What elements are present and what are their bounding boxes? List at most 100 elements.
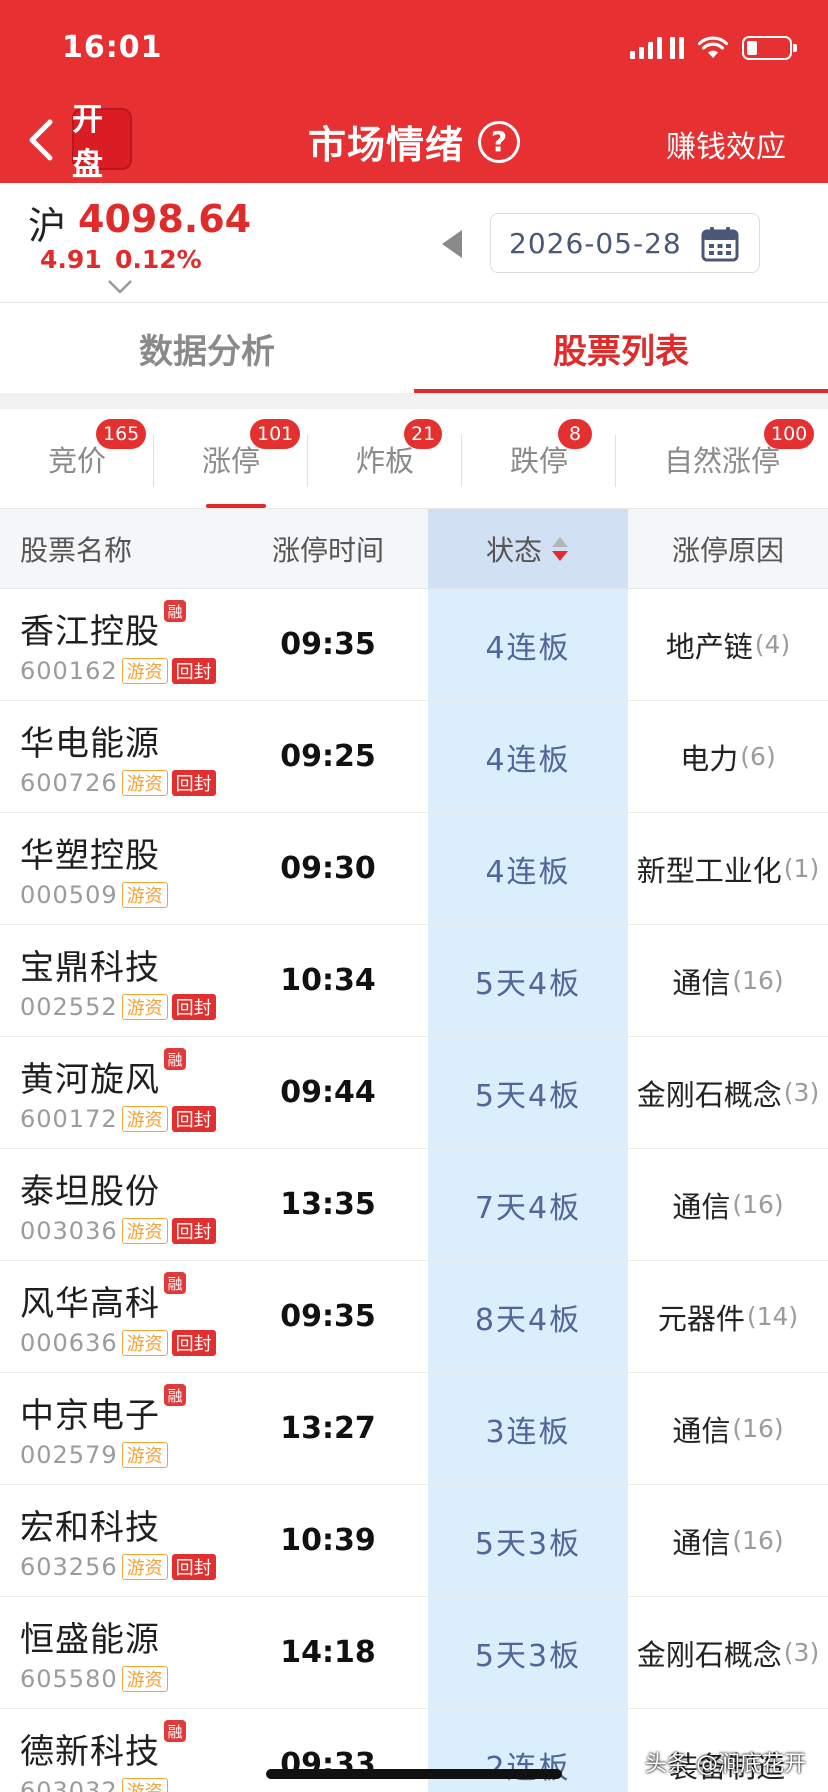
table-row[interactable]: 华电能源 600726 游资 回封 09:25 4连板 电力 (6) bbox=[0, 701, 828, 813]
status-time: 16:01 bbox=[62, 30, 163, 65]
stock-code: 605580 bbox=[20, 1665, 118, 1693]
stock-name-cell[interactable]: 黄河旋风融 600172 游资 回封 bbox=[0, 1037, 228, 1148]
subtab-label: 自然涨停 bbox=[663, 443, 780, 478]
reason-text: 通信 bbox=[672, 1413, 731, 1448]
subtab-limit-down[interactable]: 跌停 8 bbox=[462, 409, 616, 508]
board-state: 4连板 bbox=[428, 813, 628, 924]
stock-name-cell[interactable]: 恒盛能源 605580 游资 bbox=[0, 1597, 228, 1708]
margin-tag: 融 bbox=[164, 600, 186, 622]
hot-money-tag: 游资 bbox=[121, 658, 168, 684]
stock-name-cell[interactable]: 宝鼎科技 002552 游资 回封 bbox=[0, 925, 228, 1036]
reseal-tag: 回封 bbox=[171, 658, 216, 684]
section-divider bbox=[0, 393, 828, 409]
battery-icon bbox=[742, 36, 797, 60]
table-row[interactable]: 恒盛能源 605580 游资 14:18 5天3板 金刚石概念 (3) bbox=[0, 1597, 828, 1709]
home-indicator[interactable] bbox=[266, 1769, 562, 1779]
subtab-natural-limit-up[interactable]: 自然涨停 100 bbox=[616, 409, 828, 508]
stock-name: 德新科技 bbox=[20, 1732, 160, 1772]
reason-count: (4) bbox=[754, 630, 791, 659]
stock-name-cell[interactable]: 宏和科技 603256 游资 回封 bbox=[0, 1485, 228, 1596]
header-state-label: 状态 bbox=[485, 533, 542, 567]
limit-reason: 元器件 (14) bbox=[628, 1261, 828, 1372]
board-state: 4连板 bbox=[428, 589, 628, 700]
header-limit-time[interactable]: 涨停时间 bbox=[228, 509, 428, 588]
table-row[interactable]: 泰坦股份 003036 游资 回封 13:35 7天4板 通信 (16) bbox=[0, 1149, 828, 1261]
sort-icon[interactable] bbox=[550, 535, 570, 563]
margin-tag: 融 bbox=[164, 1272, 186, 1294]
table-row[interactable]: 风华高科融 000636 游资 回封 09:35 8天4板 元器件 (14) bbox=[0, 1261, 828, 1373]
hot-money-tag: 游资 bbox=[121, 770, 168, 796]
reason-count: (1) bbox=[783, 854, 820, 883]
board-state: 8天4板 bbox=[428, 1261, 628, 1372]
cellular-signal-icon bbox=[630, 37, 684, 59]
reseal-tag: 回封 bbox=[171, 994, 216, 1020]
header-stock-name: 股票名称 bbox=[20, 533, 133, 567]
stock-name-cell[interactable]: 香江控股融 600162 游资 回封 bbox=[0, 589, 228, 700]
stock-name: 黄河旋风 bbox=[20, 1060, 160, 1100]
subtab-auction[interactable]: 竞价 165 bbox=[0, 409, 154, 508]
board-state: 5天3板 bbox=[428, 1485, 628, 1596]
previous-date-button[interactable] bbox=[442, 230, 462, 258]
help-icon[interactable]: ? bbox=[478, 120, 520, 163]
reason-text: 金刚石概念 bbox=[636, 1077, 782, 1112]
subtab-label: 跌停 bbox=[509, 443, 568, 478]
stock-code: 003036 bbox=[20, 1217, 118, 1245]
subtab-label: 炸板 bbox=[355, 443, 414, 478]
hot-money-tag: 游资 bbox=[121, 1554, 168, 1580]
stock-code: 603256 bbox=[20, 1553, 118, 1581]
reason-count: (14) bbox=[746, 1302, 799, 1331]
stock-name-cell[interactable]: 德新科技融 603032游资 bbox=[0, 1709, 228, 1792]
board-state: 5天4板 bbox=[428, 925, 628, 1036]
app-header: 16:01 开盘 市场情绪 ? 赚钱效应 bbox=[0, 0, 828, 183]
chevron-down-icon[interactable] bbox=[107, 279, 133, 295]
date-picker[interactable]: 2026-05-28 bbox=[490, 213, 760, 273]
sub-tabs: 竞价 165 涨停 101 炸板 21 跌停 8 自然涨停 100 bbox=[0, 409, 828, 509]
table-row[interactable]: 宝鼎科技 002552 游资 回封 10:34 5天4板 通信 (16) bbox=[0, 925, 828, 1037]
stock-name-line: 黄河旋风融 bbox=[20, 1048, 186, 1101]
reason-text: 通信 bbox=[672, 965, 731, 1000]
hot-money-tag: 游资 bbox=[121, 1106, 168, 1132]
subtab-broken-board[interactable]: 炸板 21 bbox=[308, 409, 462, 508]
stock-name-cell[interactable]: 中京电子融 002579 游资 bbox=[0, 1373, 228, 1484]
count-badge: 100 bbox=[764, 419, 815, 449]
table-row[interactable]: 华塑控股 000509 游资 09:30 4连板 新型工业化 (1) bbox=[0, 813, 828, 925]
reason-count: (3) bbox=[783, 1638, 820, 1667]
table-header: 股票名称 涨停时间 状态 涨停原因 bbox=[0, 509, 828, 589]
reason-text: 元器件 bbox=[657, 1301, 745, 1336]
hot-money-tag: 游资 bbox=[121, 1330, 168, 1356]
limit-time: 09:25 bbox=[280, 739, 376, 774]
stock-name: 中京电子 bbox=[20, 1396, 160, 1436]
stock-name-cell[interactable]: 华塑控股 000509 游资 bbox=[0, 813, 228, 924]
tab-stock-list[interactable]: 股票列表 bbox=[414, 303, 828, 393]
tab-data-analysis[interactable]: 数据分析 bbox=[0, 303, 414, 393]
stock-name-line: 泰坦股份 bbox=[20, 1164, 160, 1213]
stock-code: 600162 bbox=[20, 657, 118, 685]
money-effect-link[interactable]: 赚钱效应 bbox=[666, 122, 786, 166]
table-row[interactable]: 黄河旋风融 600172 游资 回封 09:44 5天4板 金刚石概念 (3) bbox=[0, 1037, 828, 1149]
stock-name-cell[interactable]: 华电能源 600726 游资 回封 bbox=[0, 701, 228, 812]
stock-name: 宏和科技 bbox=[20, 1508, 160, 1548]
stock-name-cell[interactable]: 风华高科融 000636 游资 回封 bbox=[0, 1261, 228, 1372]
limit-time: 13:27 bbox=[280, 1411, 376, 1446]
header-state[interactable]: 状态 bbox=[428, 509, 628, 588]
header-reason: 涨停原因 bbox=[671, 533, 784, 567]
stock-name-cell[interactable]: 泰坦股份 003036 游资 回封 bbox=[0, 1149, 228, 1260]
index-value[interactable]: 4098.64 bbox=[78, 197, 251, 241]
index-bar: 沪 4098.64 4.91 0.12% 2026-05-28 bbox=[0, 183, 828, 303]
limit-time: 09:30 bbox=[280, 851, 376, 886]
stock-code: 002552 bbox=[20, 993, 118, 1021]
index-name[interactable]: 沪 bbox=[28, 195, 66, 250]
hot-money-tag: 游资 bbox=[121, 1218, 168, 1244]
calendar-icon[interactable] bbox=[701, 226, 739, 262]
limit-reason: 新型工业化 (1) bbox=[628, 813, 828, 924]
table-row[interactable]: 宏和科技 603256 游资 回封 10:39 5天3板 通信 (16) bbox=[0, 1485, 828, 1597]
stock-code: 600726 bbox=[20, 769, 118, 797]
reseal-tag: 回封 bbox=[171, 1218, 216, 1244]
hot-money-tag: 游资 bbox=[121, 1778, 168, 1792]
table-row[interactable]: 香江控股融 600162 游资 回封 09:35 4连板 地产链 (4) bbox=[0, 589, 828, 701]
subtab-limit-up[interactable]: 涨停 101 bbox=[154, 409, 308, 508]
reason-count: (3) bbox=[783, 1078, 820, 1107]
reseal-tag: 回封 bbox=[171, 770, 216, 796]
reason-text: 电力 bbox=[680, 741, 739, 776]
table-row[interactable]: 中京电子融 002579 游资 13:27 3连板 通信 (16) bbox=[0, 1373, 828, 1485]
